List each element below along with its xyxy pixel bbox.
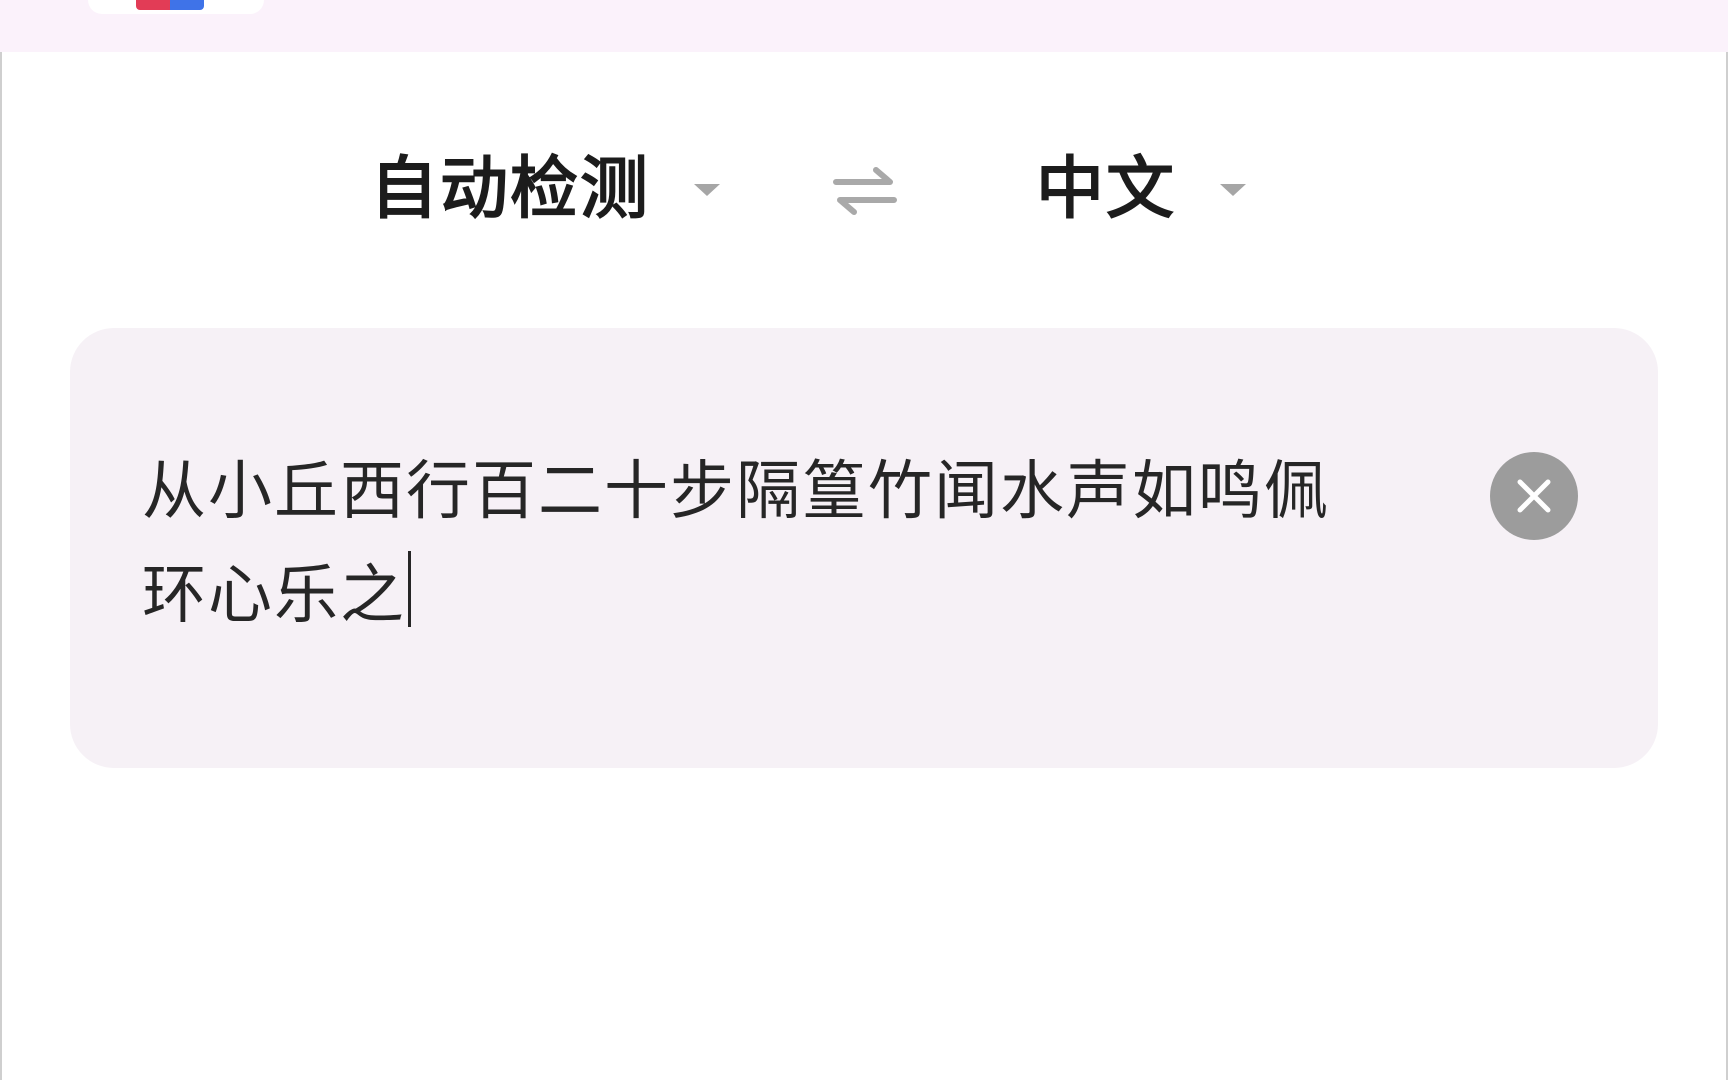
- clear-text-button[interactable]: [1490, 452, 1578, 540]
- source-text-input[interactable]: 从小丘西行百二十步隔篁竹闻水声如鸣佩环心乐之: [142, 440, 1342, 648]
- target-language-dropdown[interactable]: 中文: [1036, 150, 1247, 230]
- logo-red-segment: [136, 0, 170, 10]
- source-text-content: 从小丘西行百二十步隔篁竹闻水声如鸣佩环心乐之: [142, 455, 1330, 633]
- top-bar: [0, 0, 1728, 52]
- caret-down-icon: [694, 184, 721, 196]
- translate-screen: 自动检测 中文 从小丘西行百二十步隔篁竹闻水声如鸣佩环心乐之: [0, 0, 1728, 1080]
- logo-blue-segment: [170, 0, 204, 10]
- text-cursor: [408, 551, 411, 627]
- source-language-dropdown[interactable]: 自动检测: [370, 150, 721, 230]
- language-selector-bar: 自动检测 中文: [0, 140, 1728, 240]
- source-language-label: 自动检测: [370, 150, 651, 229]
- swap-languages-button[interactable]: [830, 160, 900, 220]
- caret-down-icon: [1220, 184, 1247, 196]
- app-logo: [136, 0, 204, 10]
- source-text-card: 从小丘西行百二十步隔篁竹闻水声如鸣佩环心乐之: [70, 328, 1658, 768]
- swap-arrows-icon: [833, 167, 897, 215]
- target-language-label: 中文: [1036, 150, 1177, 229]
- close-icon: [1517, 479, 1551, 513]
